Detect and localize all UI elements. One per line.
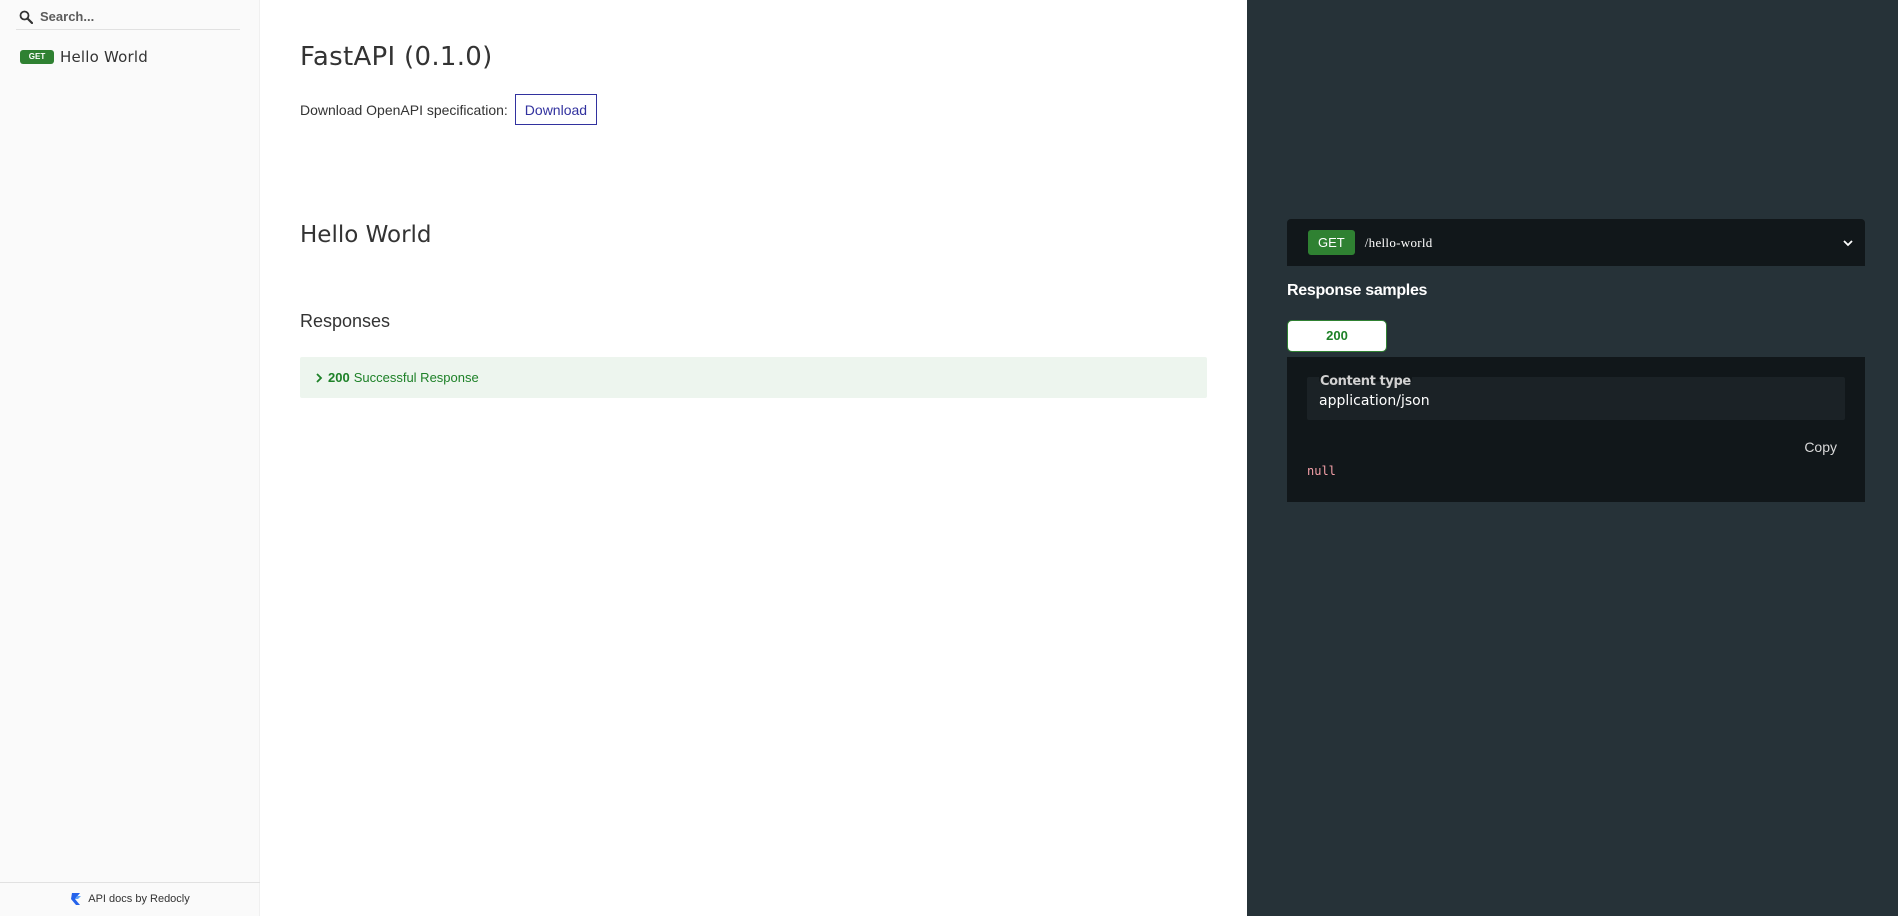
redocly-footer-link[interactable]: API docs by Redocly: [0, 882, 260, 916]
sample-code: null: [1307, 464, 1336, 478]
operation-title: Hello World: [300, 222, 432, 248]
search-box: [16, 4, 240, 30]
main-content: FastAPI (0.1.0) Download OpenAPI specifi…: [260, 0, 1247, 916]
search-input[interactable]: [40, 5, 238, 27]
copy-button[interactable]: Copy: [1804, 439, 1837, 455]
sidebar-item-label: Hello World: [60, 48, 148, 66]
download-label: Download OpenAPI specification:: [300, 101, 508, 118]
response-description: Successful Response: [353, 370, 479, 385]
search-icon: [19, 10, 33, 24]
chevron-down-icon: [1843, 240, 1853, 247]
endpoint-path: /hello-world: [1364, 234, 1433, 250]
content-type-select[interactable]: Content type application/json: [1307, 374, 1845, 420]
response-samples-heading: Response samples: [1287, 282, 1428, 299]
get-method-badge: GET: [20, 50, 54, 64]
response-200-toggle[interactable]: 200 Successful Response: [300, 357, 1207, 398]
footer-text: API docs by Redocly: [88, 892, 190, 905]
right-panel: GET /hello-world Response samples 200 Co…: [1247, 0, 1898, 916]
content-type-label: Content type: [1319, 374, 1412, 389]
redocly-logo-icon: [71, 892, 82, 905]
sidebar-item-hello-world[interactable]: GET Hello World: [20, 46, 240, 68]
sidebar: GET Hello World API docs by Redocly: [0, 0, 260, 916]
responses-heading: Responses: [300, 311, 391, 331]
endpoint-toggle[interactable]: GET /hello-world: [1287, 219, 1865, 266]
response-code: 200: [328, 370, 350, 385]
endpoint-method-badge: GET: [1308, 230, 1355, 255]
download-button[interactable]: Download: [514, 94, 598, 125]
download-row: Download OpenAPI specification: Download: [300, 94, 598, 125]
page-title: FastAPI (0.1.0): [300, 42, 493, 72]
content-type-value: application/json: [1319, 393, 1430, 409]
response-sample-panel: Content type application/json Copy null: [1287, 357, 1865, 502]
chevron-right-icon: [316, 372, 323, 383]
tab-200[interactable]: 200: [1287, 320, 1387, 352]
